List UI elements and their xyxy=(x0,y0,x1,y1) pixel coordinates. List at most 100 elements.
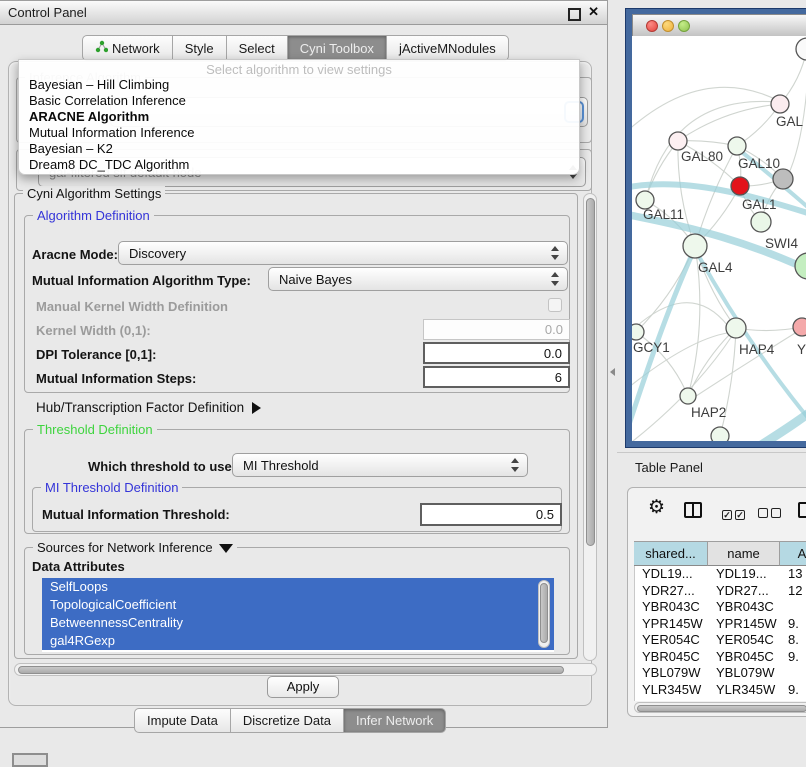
tab-impute-data[interactable]: Impute Data xyxy=(134,708,231,733)
node-label-gal_pink: GAL xyxy=(776,114,804,129)
network-node-gal1[interactable] xyxy=(731,177,749,195)
attribute-item-topologicalcoefficient[interactable]: TopologicalCoefficient xyxy=(42,596,554,614)
table-row[interactable]: YDR27...YDR27...12 xyxy=(635,583,806,600)
table-row[interactable]: YDL19...YDL19...13 xyxy=(635,566,806,583)
settings-horizontal-scrollbar[interactable] xyxy=(14,663,597,676)
minimized-panel-button[interactable] xyxy=(12,753,48,767)
minimize-traffic-light[interactable] xyxy=(662,20,674,32)
algorithm-popup-list: Bayesian – Hill ClimbingBasic Correlatio… xyxy=(19,77,579,173)
algorithm-option-aracne-algorithm[interactable]: ARACNE Algorithm xyxy=(19,109,579,125)
network-node-big_green[interactable] xyxy=(795,253,806,279)
apply-button[interactable]: Apply xyxy=(267,676,339,698)
network-node-hap2[interactable] xyxy=(680,388,696,404)
tab-style-label: Style xyxy=(185,41,214,56)
algorithm-popup-prompt: Select algorithm to view settings xyxy=(19,60,579,77)
node-label-hap4: HAP4 xyxy=(739,342,775,357)
table-row[interactable]: YER054CYER054C8. xyxy=(635,632,806,649)
tab-style[interactable]: Style xyxy=(172,35,227,61)
table-cell: 8. xyxy=(781,632,806,649)
algorithm-option-basic-correlation-inference[interactable]: Basic Correlation Inference xyxy=(19,93,579,109)
table-cell: YBR043C xyxy=(709,599,781,616)
tab-network[interactable]: Network xyxy=(82,35,173,61)
table-horizontal-scrollbar[interactable] xyxy=(634,702,806,713)
network-window-titlebar[interactable] xyxy=(632,14,806,36)
sources-group-title[interactable]: Sources for Network Inference xyxy=(33,540,237,555)
table-panel-title: Table Panel xyxy=(635,460,703,475)
attribute-item-betweennesscentrality[interactable]: BetweennessCentrality xyxy=(42,614,554,632)
node-label-gal10: GAL10 xyxy=(738,156,780,171)
table-row[interactable]: YIL052CYIL052C9 xyxy=(635,698,806,701)
mi-threshold-value: 0.5 xyxy=(536,507,554,522)
column-header-shared-[interactable]: shared... xyxy=(634,541,708,566)
column-header-name[interactable]: name xyxy=(708,541,780,566)
panel-splitter-handle[interactable] xyxy=(610,368,615,376)
algorithm-option-bayesian-k2[interactable]: Bayesian – K2 xyxy=(19,141,579,157)
select-all-checkboxes-icon[interactable]: ✓✓ xyxy=(722,505,748,523)
data-attributes-label: Data Attributes xyxy=(32,559,125,574)
table-row[interactable]: YBR045CYBR045C9. xyxy=(635,649,806,666)
attributes-scrollbar[interactable] xyxy=(538,580,550,648)
split-columns-icon[interactable] xyxy=(684,502,702,518)
network-node-gcy1[interactable] xyxy=(632,324,644,340)
table-cell: YLR345W xyxy=(635,682,709,699)
control-panel-titlebar[interactable]: Control Panel ✕ xyxy=(0,1,607,25)
algorithm-option-bayesian-hill-climbing[interactable]: Bayesian – Hill Climbing xyxy=(19,77,579,93)
network-node-gray_node[interactable] xyxy=(773,169,793,189)
attribute-item-selfloops[interactable]: SelfLoops xyxy=(42,578,554,596)
new-document-icon[interactable] xyxy=(798,502,806,518)
tab-cyni-toolbox[interactable]: Cyni Toolbox xyxy=(287,35,387,61)
expand-right-arrow-icon xyxy=(252,402,261,414)
algorithm-option-dream8-dc-tdc-algorithm[interactable]: Dream8 DC_TDC Algorithm xyxy=(19,157,579,173)
table-cell: YDL19... xyxy=(635,566,709,583)
float-window-icon[interactable] xyxy=(568,8,581,21)
network-node-hap4[interactable] xyxy=(726,318,746,338)
cyni-settings-title: Cyni Algorithm Settings xyxy=(23,186,165,201)
network-node-bottom_nd[interactable] xyxy=(711,427,729,441)
table-row[interactable]: YLR345WYLR345W9. xyxy=(635,682,806,699)
table-cell: 9. xyxy=(781,616,806,633)
network-node-top_white[interactable] xyxy=(796,38,806,60)
network-graph: GALGAL80GAL10GAL1GAL11SWI4GAL4GCY1HAP4YH… xyxy=(632,36,806,441)
table-cell: 9. xyxy=(781,682,806,699)
network-node-gal10[interactable] xyxy=(728,137,746,155)
table-row[interactable]: YPR145WYPR145W9. xyxy=(635,616,806,633)
network-node-gal80[interactable] xyxy=(669,132,687,150)
mi-threshold-field[interactable]: 0.5 xyxy=(420,503,562,526)
algorithm-option-mutual-information-inference[interactable]: Mutual Information Inference xyxy=(19,125,579,141)
aracne-mode-label: Aracne Mode: xyxy=(32,247,118,262)
table-row[interactable]: YBR043CYBR043C xyxy=(635,599,806,616)
settings-gear-icon[interactable]: ⚙ xyxy=(648,498,665,518)
tab-discretize-data[interactable]: Discretize Data xyxy=(230,708,344,733)
tab-select[interactable]: Select xyxy=(226,35,288,61)
network-canvas[interactable]: GALGAL80GAL10GAL1GAL11SWI4GAL4GCY1HAP4YH… xyxy=(632,36,806,441)
network-node-gal4[interactable] xyxy=(683,234,707,258)
aracne-mode-value: Discovery xyxy=(129,246,186,261)
attribute-item-gal4rgexp[interactable]: gal4RGexp xyxy=(42,632,554,650)
mi-type-value: Naive Bayes xyxy=(279,272,352,287)
aracne-mode-combo[interactable]: Discovery xyxy=(118,241,568,265)
table-cell: YBL079W xyxy=(635,665,709,682)
tab-discretize-data-label: Discretize Data xyxy=(243,713,331,728)
close-icon[interactable]: ✕ xyxy=(588,4,599,20)
close-traffic-light[interactable] xyxy=(646,20,658,32)
mi-algorithm-type-combo[interactable]: Naive Bayes xyxy=(268,267,568,291)
tab-jactivemnodules[interactable]: jActiveMNodules xyxy=(386,35,509,61)
which-threshold-combo[interactable]: MI Threshold xyxy=(232,453,528,477)
hub-definition-toggle[interactable]: Hub/Transcription Factor Definition xyxy=(36,400,261,415)
settings-vertical-scrollbar[interactable] xyxy=(583,193,597,661)
zoom-traffic-light[interactable] xyxy=(678,20,690,32)
tab-infer-network[interactable]: Infer Network xyxy=(343,708,446,733)
table-row[interactable]: YBL079WYBL079W xyxy=(635,665,806,682)
dpi-tolerance-field[interactable]: 0.0 xyxy=(423,342,570,364)
column-header-a[interactable]: A xyxy=(780,541,806,566)
network-node-pink_right[interactable] xyxy=(793,318,806,336)
table-cell: YIL052C xyxy=(709,698,781,701)
deselect-all-checkboxes-icon[interactable] xyxy=(758,505,784,523)
network-node-swi4[interactable] xyxy=(751,212,771,232)
table-cell: 12 xyxy=(781,583,806,600)
which-threshold-label: Which threshold to use: xyxy=(88,459,236,474)
table-cell: YDR27... xyxy=(709,583,781,600)
mi-steps-field[interactable]: 6 xyxy=(423,366,570,388)
network-node-gal_pink[interactable] xyxy=(771,95,789,113)
sources-title-text: Sources for Network Inference xyxy=(37,540,213,555)
